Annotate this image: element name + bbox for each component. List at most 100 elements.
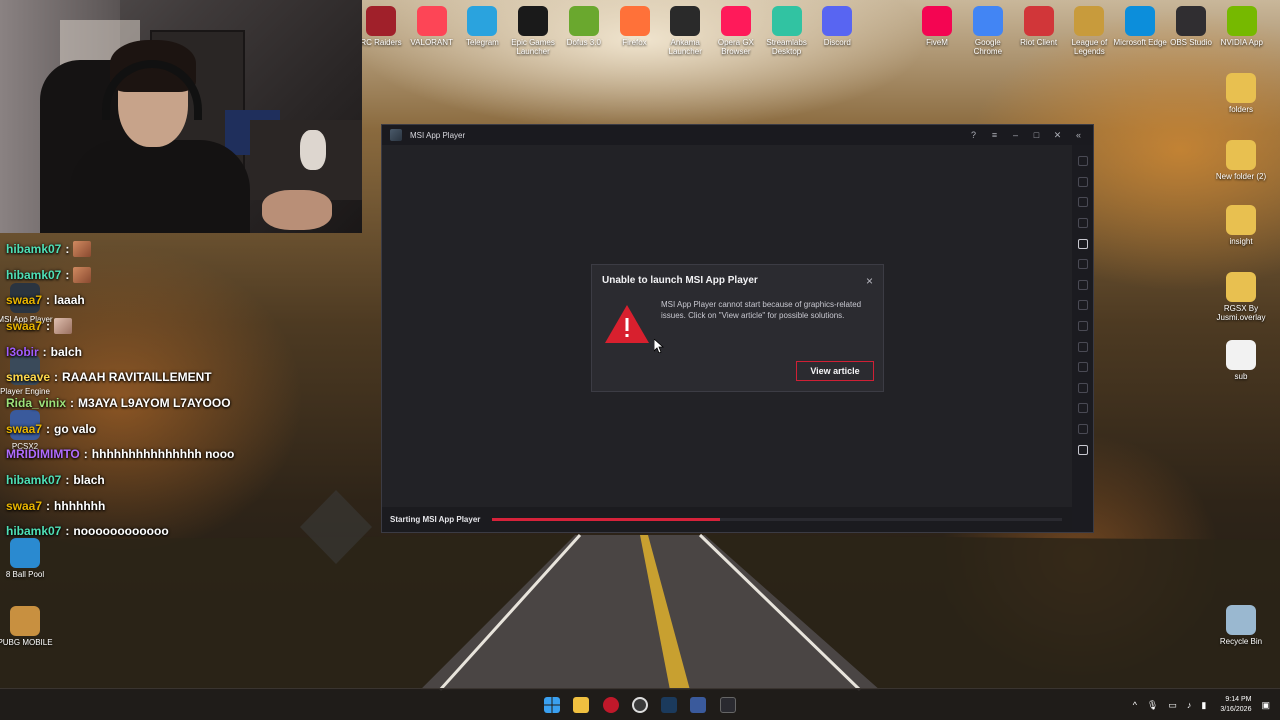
desktop-shortcut[interactable]: NVIDIA App <box>1214 6 1270 47</box>
sidebar-tool-icon[interactable] <box>1077 218 1088 229</box>
chat-message: swaa7: <box>6 313 306 339</box>
maximize-button[interactable]: □ <box>1026 127 1047 143</box>
desktop-shortcut[interactable]: Telegram <box>454 6 510 47</box>
desktop-shortcut[interactable]: OBS Studio <box>1163 6 1219 47</box>
warning-icon <box>605 305 649 343</box>
desktop-shortcut[interactable]: Opera GX Browser <box>708 6 764 56</box>
desktop-shortcut[interactable]: PUBG MOBILE <box>0 606 53 647</box>
chat-separator: : <box>65 267 70 282</box>
chat-text: noooooooooooo <box>73 524 169 539</box>
chat-username: hibamk07 <box>6 473 62 488</box>
desktop-shortcut-label: Firefox <box>622 38 647 47</box>
window-titlebar[interactable]: MSI App Player ? ≡ – □ ✕ « <box>382 125 1093 145</box>
sidebar-tool-icon[interactable] <box>1077 176 1088 187</box>
rc-raiders-icon <box>366 6 396 36</box>
desktop-shortcut[interactable]: Dofus 3.0 <box>556 6 612 47</box>
chat-username: swaa7 <box>6 498 43 513</box>
desktop-shortcut[interactable]: Recycle Bin <box>1213 605 1269 646</box>
view-article-button[interactable]: View article <box>796 361 874 381</box>
desktop-shortcut[interactable]: New folder (2) <box>1213 140 1269 181</box>
sidebar-tool-icon[interactable] <box>1077 238 1088 249</box>
chat-text: go valo <box>54 421 97 436</box>
sidebar-tool-icon[interactable] <box>1077 156 1088 167</box>
msi-app-player-taskbar-icon[interactable] <box>720 697 736 713</box>
sidebar-tool-icon[interactable] <box>1077 259 1088 270</box>
desktop-shortcut-label: sub <box>1234 372 1248 381</box>
settings-icon[interactable] <box>1077 444 1088 455</box>
dialog-title: Unable to launch MSI App Player <box>602 275 758 286</box>
status-text: Starting MSI App Player <box>390 515 481 524</box>
sidebar-tool-icon[interactable] <box>1077 362 1088 373</box>
desktop-shortcut-label: Streamlabs Desktop <box>766 38 807 56</box>
chat-separator: : <box>54 370 59 385</box>
dialog-message: MSI App Player cannot start because of g… <box>661 300 862 321</box>
menu-icon[interactable]: ≡ <box>984 127 1005 143</box>
desktop-shortcut[interactable]: folders <box>1213 73 1269 114</box>
start-icon[interactable] <box>544 697 560 713</box>
microphone-icon[interactable]: 🎙 <box>1147 700 1158 711</box>
desktop-shortcut[interactable]: League of Legends <box>1061 6 1117 56</box>
sidebar-tool-icon[interactable] <box>1077 403 1088 414</box>
desktop-shortcut[interactable]: Ankama Launcher <box>657 6 713 56</box>
tool-sidebar <box>1072 145 1093 532</box>
desktop-shortcut-label: insight <box>1229 237 1253 246</box>
desktop-shortcut[interactable]: RGSX By Jusmi.overlay <box>1213 272 1269 322</box>
close-button[interactable]: ✕ <box>1047 127 1068 143</box>
help-icon[interactable]: ? <box>963 127 984 143</box>
sidebar-tool-icon[interactable] <box>1077 197 1088 208</box>
sidebar-tool-icon[interactable] <box>1077 279 1088 290</box>
file-explorer-icon[interactable] <box>573 697 589 713</box>
desktop-shortcut[interactable]: Riot Client <box>1011 6 1067 47</box>
pcsx2-icon[interactable] <box>690 697 706 713</box>
desktop-shortcut[interactable]: FiveM <box>909 6 965 47</box>
desktop-shortcut[interactable]: sub <box>1213 340 1269 381</box>
recycle-bin-icon <box>1226 605 1256 635</box>
opera-gx-icon <box>720 6 751 36</box>
chat-separator: : <box>65 524 70 539</box>
obs-icon[interactable] <box>632 697 648 713</box>
battery-icon[interactable]: ▮ <box>1201 700 1206 711</box>
more-icon[interactable] <box>1077 424 1088 435</box>
sidebar-tool-icon[interactable] <box>1077 341 1088 352</box>
chat-text: laaah <box>54 293 85 308</box>
sidebar-tool-icon[interactable] <box>1077 300 1088 311</box>
desktop-shortcut[interactable]: Epic Games Launcher <box>505 6 561 56</box>
desktop-shortcut[interactable]: Google Chrome <box>960 6 1016 56</box>
nvidia-icon <box>1226 6 1257 36</box>
pubg-mobile-icon <box>10 606 40 636</box>
desktop-shortcut[interactable]: Discord <box>809 6 865 47</box>
close-icon[interactable]: × <box>866 274 873 288</box>
collapse-sidebar-icon[interactable]: « <box>1068 127 1089 143</box>
firefox-icon <box>619 6 650 36</box>
notification-icon[interactable]: ▣ <box>1261 700 1270 711</box>
ankama-icon <box>670 6 701 36</box>
network-icon[interactable]: ▭ <box>1168 700 1177 711</box>
desktop-shortcut[interactable]: Streamlabs Desktop <box>759 6 815 56</box>
desktop-shortcut-label: Google Chrome <box>973 38 1003 56</box>
desktop-shortcut[interactable]: Firefox <box>607 6 663 47</box>
desktop-shortcut-label: Ankama Launcher <box>668 38 702 56</box>
desktop-shortcut[interactable]: VALORANT <box>404 6 460 47</box>
chat-message: hibamk07: blach <box>6 467 306 493</box>
epic-games-icon <box>518 6 549 36</box>
chat-separator: : <box>42 344 47 359</box>
minimize-button[interactable]: – <box>1005 127 1026 143</box>
mouse-cursor-icon <box>654 339 664 353</box>
chat-emote-icon <box>54 317 73 334</box>
volume-icon[interactable]: ♪ <box>1187 700 1192 710</box>
obs-icon <box>1176 6 1206 36</box>
telegram-icon <box>467 6 498 36</box>
clock[interactable]: 9:14 PM 3/16/2026 <box>1220 695 1251 715</box>
desktop-shortcut[interactable]: Microsoft Edge <box>1112 6 1168 47</box>
sidebar-tool-icon[interactable] <box>1077 321 1088 332</box>
streamlabs-icon <box>771 6 802 36</box>
chat-text: hhhhhhh <box>54 498 106 513</box>
tray-overflow-icon[interactable]: ^ <box>1133 700 1137 710</box>
opera-gx-icon[interactable] <box>603 697 619 713</box>
desktop-shortcut-label: Recycle Bin <box>1219 637 1263 646</box>
desktop-shortcut[interactable]: insight <box>1213 205 1269 246</box>
steam-icon[interactable] <box>661 697 677 713</box>
chat-username: hibamk07 <box>6 267 62 282</box>
chat-separator: : <box>70 395 75 410</box>
sidebar-tool-icon[interactable] <box>1077 382 1088 393</box>
